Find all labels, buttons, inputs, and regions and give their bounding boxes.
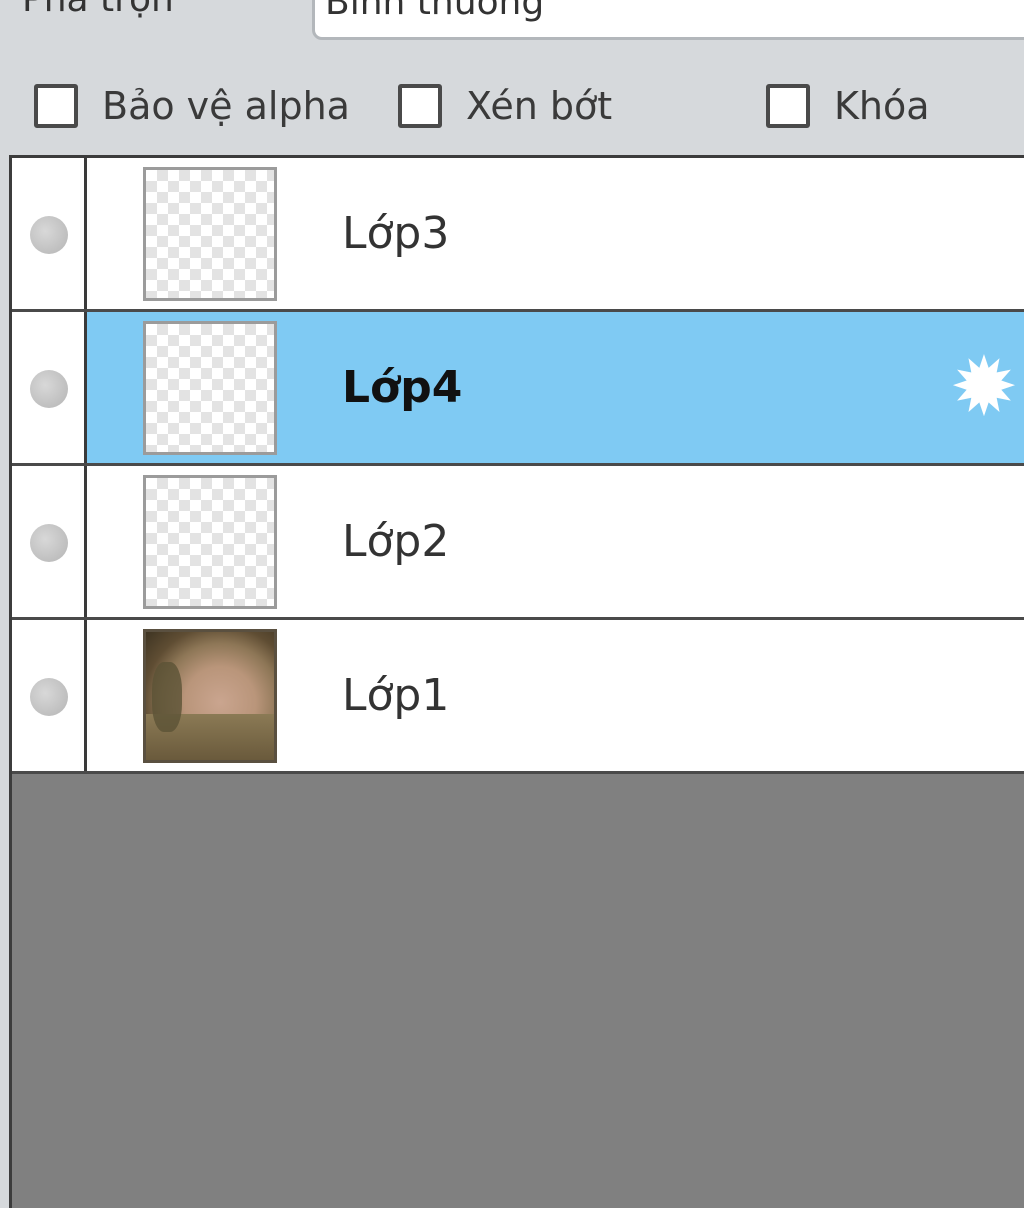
clip-checkbox[interactable] [398,84,442,128]
clip-label: Xén bớt [466,84,613,128]
layer-thumbnail [143,475,277,609]
layer-row-1[interactable]: Lớp1 [12,620,1024,774]
option-lock[interactable]: Khóa [766,80,930,132]
blend-mode-select[interactable]: Bình thường [312,0,1024,40]
visibility-toggle[interactable] [12,620,87,771]
layer-name: Lớp2 [342,516,450,567]
layer-options-panel: Pha trộn Bình thường Bảo vệ alpha Xén bớ… [0,0,1024,156]
blend-mode-value: Bình thường [325,0,545,23]
layer-row-3[interactable]: Lớp3 [12,158,1024,312]
visibility-toggle[interactable] [12,466,87,617]
layer-thumbnail [143,321,277,455]
layer-name: Lớp1 [342,670,450,721]
alpha-protect-checkbox[interactable] [34,84,78,128]
alpha-protect-label: Bảo vệ alpha [102,84,350,128]
option-alpha-protect[interactable]: Bảo vệ alpha [34,80,350,132]
option-clip[interactable]: Xén bớt [398,80,612,132]
visibility-toggle[interactable] [12,312,87,463]
lock-checkbox[interactable] [766,84,810,128]
visibility-dot-icon [30,370,68,408]
blend-mode-label: Pha trộn [22,0,174,22]
lock-label: Khóa [834,84,930,128]
visibility-dot-icon [30,524,68,562]
layer-name: Lớp4 [342,362,463,413]
layer-row-4[interactable]: Lớp4 ✹ [12,309,1024,466]
layer-row-2[interactable]: Lớp2 [12,466,1024,620]
layer-thumbnail [143,629,277,763]
visibility-dot-icon [30,216,68,254]
layer-thumbnail [143,167,277,301]
layer-name: Lớp3 [342,208,450,259]
gear-icon[interactable]: ✹ [946,347,1022,429]
visibility-toggle[interactable] [12,158,87,309]
visibility-dot-icon [30,678,68,716]
layer-list[interactable]: Lớp3 Lớp4 ✹ Lớp2 Lớp1 [9,155,1024,1208]
